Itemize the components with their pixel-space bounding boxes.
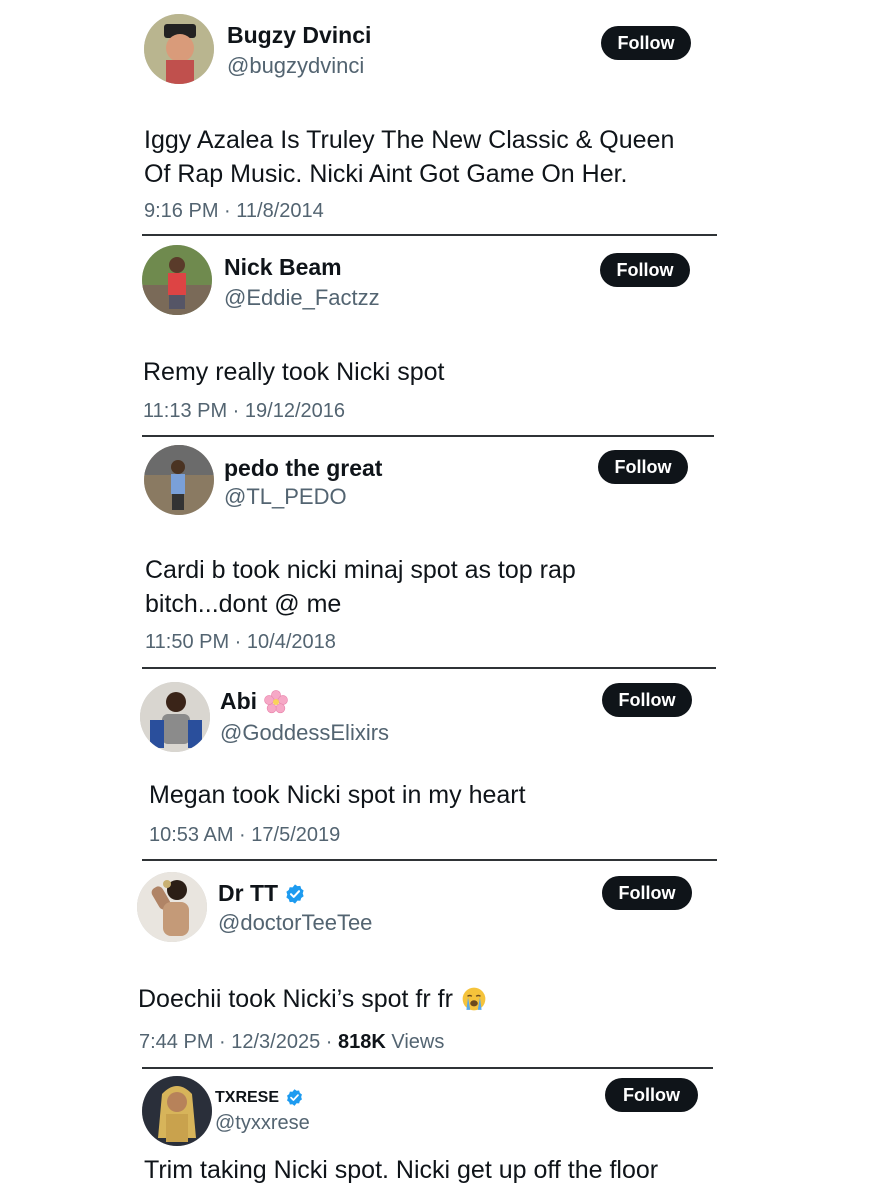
verified-badge-icon xyxy=(287,1089,302,1106)
tweet-text: Remy really took Nicki spot xyxy=(143,358,445,386)
avatar-image xyxy=(140,682,210,752)
divider xyxy=(142,667,716,669)
follow-button[interactable]: Follow xyxy=(602,683,692,717)
user-handle[interactable]: @tyxxrese xyxy=(215,1112,310,1135)
user-handle[interactable]: @doctorTeeTee xyxy=(218,910,372,936)
tweet-timestamp[interactable]: 7:44 PM · 12/3/2025 · 818K Views xyxy=(139,1031,444,1054)
avatar[interactable] xyxy=(142,245,212,315)
cherry-blossom-icon xyxy=(264,689,288,713)
loudly-crying-face-icon xyxy=(462,987,486,1011)
follow-button[interactable]: Follow xyxy=(602,876,692,910)
tweet-timestamp[interactable]: 10:53 AM · 17/5/2019 xyxy=(149,824,340,847)
display-name[interactable]: Abi xyxy=(220,688,289,715)
divider xyxy=(142,435,714,437)
display-name[interactable]: Nick Beam xyxy=(224,254,342,281)
avatar[interactable] xyxy=(144,445,214,515)
follow-button[interactable]: Follow xyxy=(605,1078,698,1112)
avatar-image xyxy=(142,1076,212,1146)
user-handle[interactable]: @GoddessElixirs xyxy=(220,720,389,746)
tweet-timestamp[interactable]: 9:16 PM · 11/8/2014 xyxy=(144,200,324,223)
user-handle[interactable]: @TL_PEDO xyxy=(224,484,347,510)
tweet-text: Iggy Azalea Is Truley The New Classic & … xyxy=(144,126,675,188)
avatar[interactable] xyxy=(137,872,207,942)
tweet-timestamp[interactable]: 11:13 PM · 19/12/2016 xyxy=(143,400,345,423)
view-count: 818K xyxy=(338,1031,386,1053)
avatar[interactable] xyxy=(144,14,214,84)
follow-button[interactable]: Follow xyxy=(601,26,691,60)
tweet-text: Trim taking Nicki spot. Nicki get up off… xyxy=(144,1156,659,1184)
avatar[interactable] xyxy=(140,682,210,752)
avatar[interactable] xyxy=(142,1076,212,1146)
tweet-text: Doechii took Nicki’s spot fr fr xyxy=(138,982,487,1016)
display-name[interactable]: Dr TT xyxy=(218,880,306,907)
tweet-text: Megan took Nicki spot in my heart xyxy=(149,781,526,809)
user-handle[interactable]: @bugzydvinci xyxy=(227,53,364,79)
follow-button[interactable]: Follow xyxy=(600,253,690,287)
avatar-image xyxy=(144,445,214,515)
display-name[interactable]: pedo the great xyxy=(224,455,382,482)
divider xyxy=(142,234,717,236)
divider xyxy=(142,1067,713,1069)
tweet-timestamp[interactable]: 11:50 PM · 10/4/2018 xyxy=(145,631,336,654)
tweet-text: Cardi b took nicki minaj spot as top rap… xyxy=(145,556,576,618)
verified-badge-icon xyxy=(286,883,304,904)
display-name[interactable]: TXRESE xyxy=(215,1088,304,1107)
avatar-image xyxy=(137,872,207,942)
display-name[interactable]: Bugzy Dvinci xyxy=(227,22,371,49)
avatar-image xyxy=(142,245,212,315)
divider xyxy=(142,859,717,861)
avatar-image xyxy=(144,14,214,84)
follow-button[interactable]: Follow xyxy=(598,450,688,484)
user-handle[interactable]: @Eddie_Factzz xyxy=(224,285,380,311)
